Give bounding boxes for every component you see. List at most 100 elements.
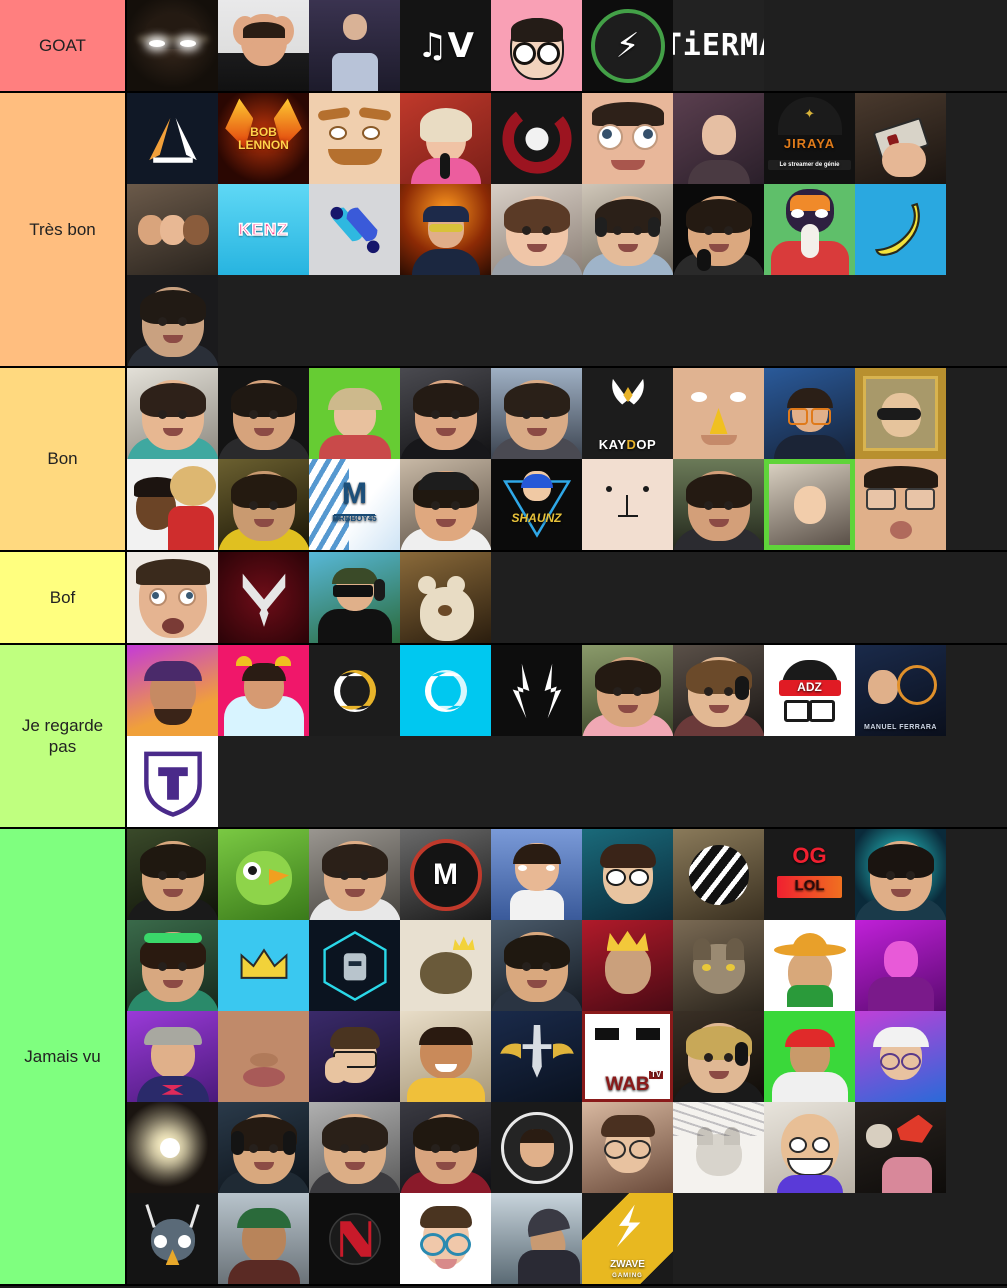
tier-item-mrbboy45-logo[interactable]: M MRBBOY45: [309, 459, 400, 550]
tier-item-cat-avatar-orange-hair[interactable]: [764, 184, 855, 275]
tier-item-young-man-black-jersey[interactable]: [127, 829, 218, 920]
tier-item-kaydop-vitality-logo[interactable]: KAYDOP: [582, 368, 673, 459]
tier-item-woman-brown-hair-portrait[interactable]: [491, 184, 582, 275]
tier-item-green-circle-z-logo[interactable]: ⚡: [582, 0, 673, 91]
tier-item-blonde-woman-green-border[interactable]: [764, 459, 855, 550]
tier-item-streamer-sunglasses-headset[interactable]: [309, 552, 400, 643]
tier-item-woman-neon-background[interactable]: [673, 93, 764, 184]
tier-item-bald-cartoon-grin-avatar[interactable]: [764, 1102, 855, 1193]
tier-item-man-yellow-beak-face[interactable]: [673, 368, 764, 459]
tier-item-bearded-man-laughing-mic[interactable]: [673, 184, 764, 275]
tier-item-antlered-creature-cartoon[interactable]: [127, 1193, 218, 1284]
tier-item-smiling-man-teal-shirt[interactable]: [127, 368, 218, 459]
tier-item-esports-player-headset[interactable]: [673, 1011, 764, 1102]
tier-item-cartoon-man-blue-glasses[interactable]: [400, 1193, 491, 1284]
tier-item-man-beard-gray-background[interactable]: [309, 1102, 400, 1193]
tier-item-woman-glasses-cartoon-overlay[interactable]: [582, 1102, 673, 1193]
tier-item-man-backwards-cap[interactable]: [400, 459, 491, 550]
tier-item-man-dark-jacket-outdoors[interactable]: [400, 368, 491, 459]
tier-label-bof[interactable]: Bof: [0, 552, 127, 643]
tier-item-mustache-cartoon-face[interactable]: [309, 93, 400, 184]
tier-item-orange-white-triangle-logo[interactable]: [127, 93, 218, 184]
tier-item-red-chevron-emblem[interactable]: [218, 552, 309, 643]
tier-item-hand-holding-nes-controller[interactable]: [855, 93, 946, 184]
tier-item-man-cap-explosion-background[interactable]: [400, 184, 491, 275]
tier-item-solary-cyan-logo[interactable]: [400, 645, 491, 736]
tier-item-cartoon-king-red-crown[interactable]: [582, 920, 673, 1011]
tier-item-person-green-background-dog[interactable]: [309, 368, 400, 459]
tier-item-young-streamer-headset[interactable]: [582, 184, 673, 275]
tier-item-man-yellow-jersey[interactable]: [218, 459, 309, 550]
tier-item-man-desk-setup[interactable]: [491, 920, 582, 1011]
tier-item-person-holding-light[interactable]: [127, 1102, 218, 1193]
tier-item-person-hoodie-looking-up[interactable]: [491, 1193, 582, 1284]
tier-item-pink-cartoon-glasses-avatar[interactable]: [491, 0, 582, 91]
tier-item-minimal-line-face-drawing[interactable]: [582, 459, 673, 550]
tier-item-red-bird-mask-character[interactable]: [855, 1102, 946, 1193]
tier-item-hedgehog-crown-cartoon[interactable]: [400, 920, 491, 1011]
tier-item-man-green-cap-outdoors[interactable]: [218, 1193, 309, 1284]
tier-item-sombrero-cartoon-avatar[interactable]: [764, 920, 855, 1011]
tier-item-man-dark-room-portrait[interactable]: [127, 275, 218, 366]
tier-item-cartoon-facepalm-glasses[interactable]: [309, 1011, 400, 1102]
tier-item-tiermaker-logo[interactable]: TiERMAKER: [673, 0, 764, 91]
tier-item-man-purple-cap-glitch[interactable]: [127, 645, 218, 736]
tier-item-cartoon-man-white-tank[interactable]: [491, 829, 582, 920]
tier-label-goat[interactable]: GOAT: [0, 0, 127, 91]
tier-item-cat-photo-sketch[interactable]: [673, 1102, 764, 1193]
tier-item-man-red-cap-green-screen[interactable]: [764, 1011, 855, 1102]
tier-item-jiraya-logo[interactable]: ✦ JIRAYA Le streamer de génie: [764, 93, 855, 184]
tier-item-face-closeup-lips[interactable]: [218, 1011, 309, 1102]
tier-item-bearded-avatar-circle-logo[interactable]: [491, 1102, 582, 1193]
tier-item-bearded-man-teal-effects[interactable]: [855, 829, 946, 920]
tier-item-bob-lennon-fire-logo[interactable]: BOB LENNON: [218, 93, 309, 184]
tier-item-wolf-photo[interactable]: [673, 920, 764, 1011]
tier-item-cartoon-boy-angry-eyes[interactable]: [582, 829, 673, 920]
tier-item-man-headset-long-hair[interactable]: [673, 645, 764, 736]
tier-item-group-selfie-three-people[interactable]: [127, 184, 218, 275]
tier-item-winged-sword-emblem[interactable]: [491, 1011, 582, 1102]
tier-item-zwave-gaming-logo[interactable]: ZWAVE GAMING: [582, 1193, 673, 1284]
tier-item-dark-avatar-glowing-eyes[interactable]: [127, 0, 218, 91]
tier-item-man-city-rooftop[interactable]: [491, 368, 582, 459]
tier-item-shaunz-logo[interactable]: SHAUNZ: [491, 459, 582, 550]
tier-item-kenz-logo[interactable]: KENZ: [218, 184, 309, 275]
tier-item-man-hand-on-face[interactable]: [218, 368, 309, 459]
tier-label-tres-bon[interactable]: Très bon: [0, 93, 127, 366]
tier-item-streamer-devil-horns-pink[interactable]: [218, 645, 309, 736]
tier-label-jamais-vu[interactable]: Jamais vu: [0, 829, 127, 1284]
tier-item-wide-eyed-man-closeup[interactable]: [582, 93, 673, 184]
tier-item-streamer-orange-glasses[interactable]: [764, 368, 855, 459]
tier-item-man-pink-shirt-outdoors[interactable]: [582, 645, 673, 736]
tier-item-green-parrot-cartoon[interactable]: [218, 829, 309, 920]
tier-item-teddy-bear-with-man[interactable]: [400, 552, 491, 643]
tier-label-bon[interactable]: Bon: [0, 368, 127, 550]
tier-item-mv-logo[interactable]: ♫V: [400, 0, 491, 91]
tier-item-surprised-man-closeup[interactable]: [127, 552, 218, 643]
tier-item-wab-tv-logo[interactable]: WAB TV: [582, 1011, 673, 1102]
tier-label-je-regarde-pas[interactable]: Je regarde pas: [0, 645, 127, 827]
tier-item-gold-framed-sunglasses-portrait[interactable]: [855, 368, 946, 459]
tier-item-adz-logo[interactable]: ADZ: [764, 645, 855, 736]
tier-item-smiling-child-yellow-shirt[interactable]: [400, 1011, 491, 1102]
tier-item-og-lol-logo[interactable]: OG LOL: [764, 829, 855, 920]
tier-item-manuel-ferrara-logo[interactable]: MANUEL FERRARA: [855, 645, 946, 736]
tier-item-man-headphones-dark[interactable]: [218, 1102, 309, 1193]
tier-item-solary-dark-logo[interactable]: [309, 645, 400, 736]
tier-item-concert-crowd-photo[interactable]: [309, 0, 400, 91]
tier-item-red-n-emblem[interactable]: [309, 1193, 400, 1284]
tier-item-blue-leaf-gradient-logo[interactable]: [309, 184, 400, 275]
tier-item-one-piece-straw-hat-avatar[interactable]: [127, 459, 218, 550]
tier-item-esports-jersey-player[interactable]: [400, 1102, 491, 1193]
tier-item-man-white-hoodie[interactable]: [309, 829, 400, 920]
tier-item-purple-t-shield-logo[interactable]: [127, 736, 218, 827]
tier-item-robot-hexagon-logo[interactable]: [309, 920, 400, 1011]
tier-item-man-stadium-background[interactable]: [673, 459, 764, 550]
tier-item-streamer-white-cap-glasses[interactable]: [855, 1011, 946, 1102]
tier-item-purple-neon-portrait[interactable]: [855, 920, 946, 1011]
tier-item-red-swirl-logo[interactable]: [491, 93, 582, 184]
tier-item-banana-emoji[interactable]: [855, 184, 946, 275]
tier-item-white-circle-stripes-logo[interactable]: [673, 829, 764, 920]
tier-item-yellow-crown-cyan-logo[interactable]: [218, 920, 309, 1011]
tier-item-woman-singing-microphone[interactable]: [400, 93, 491, 184]
